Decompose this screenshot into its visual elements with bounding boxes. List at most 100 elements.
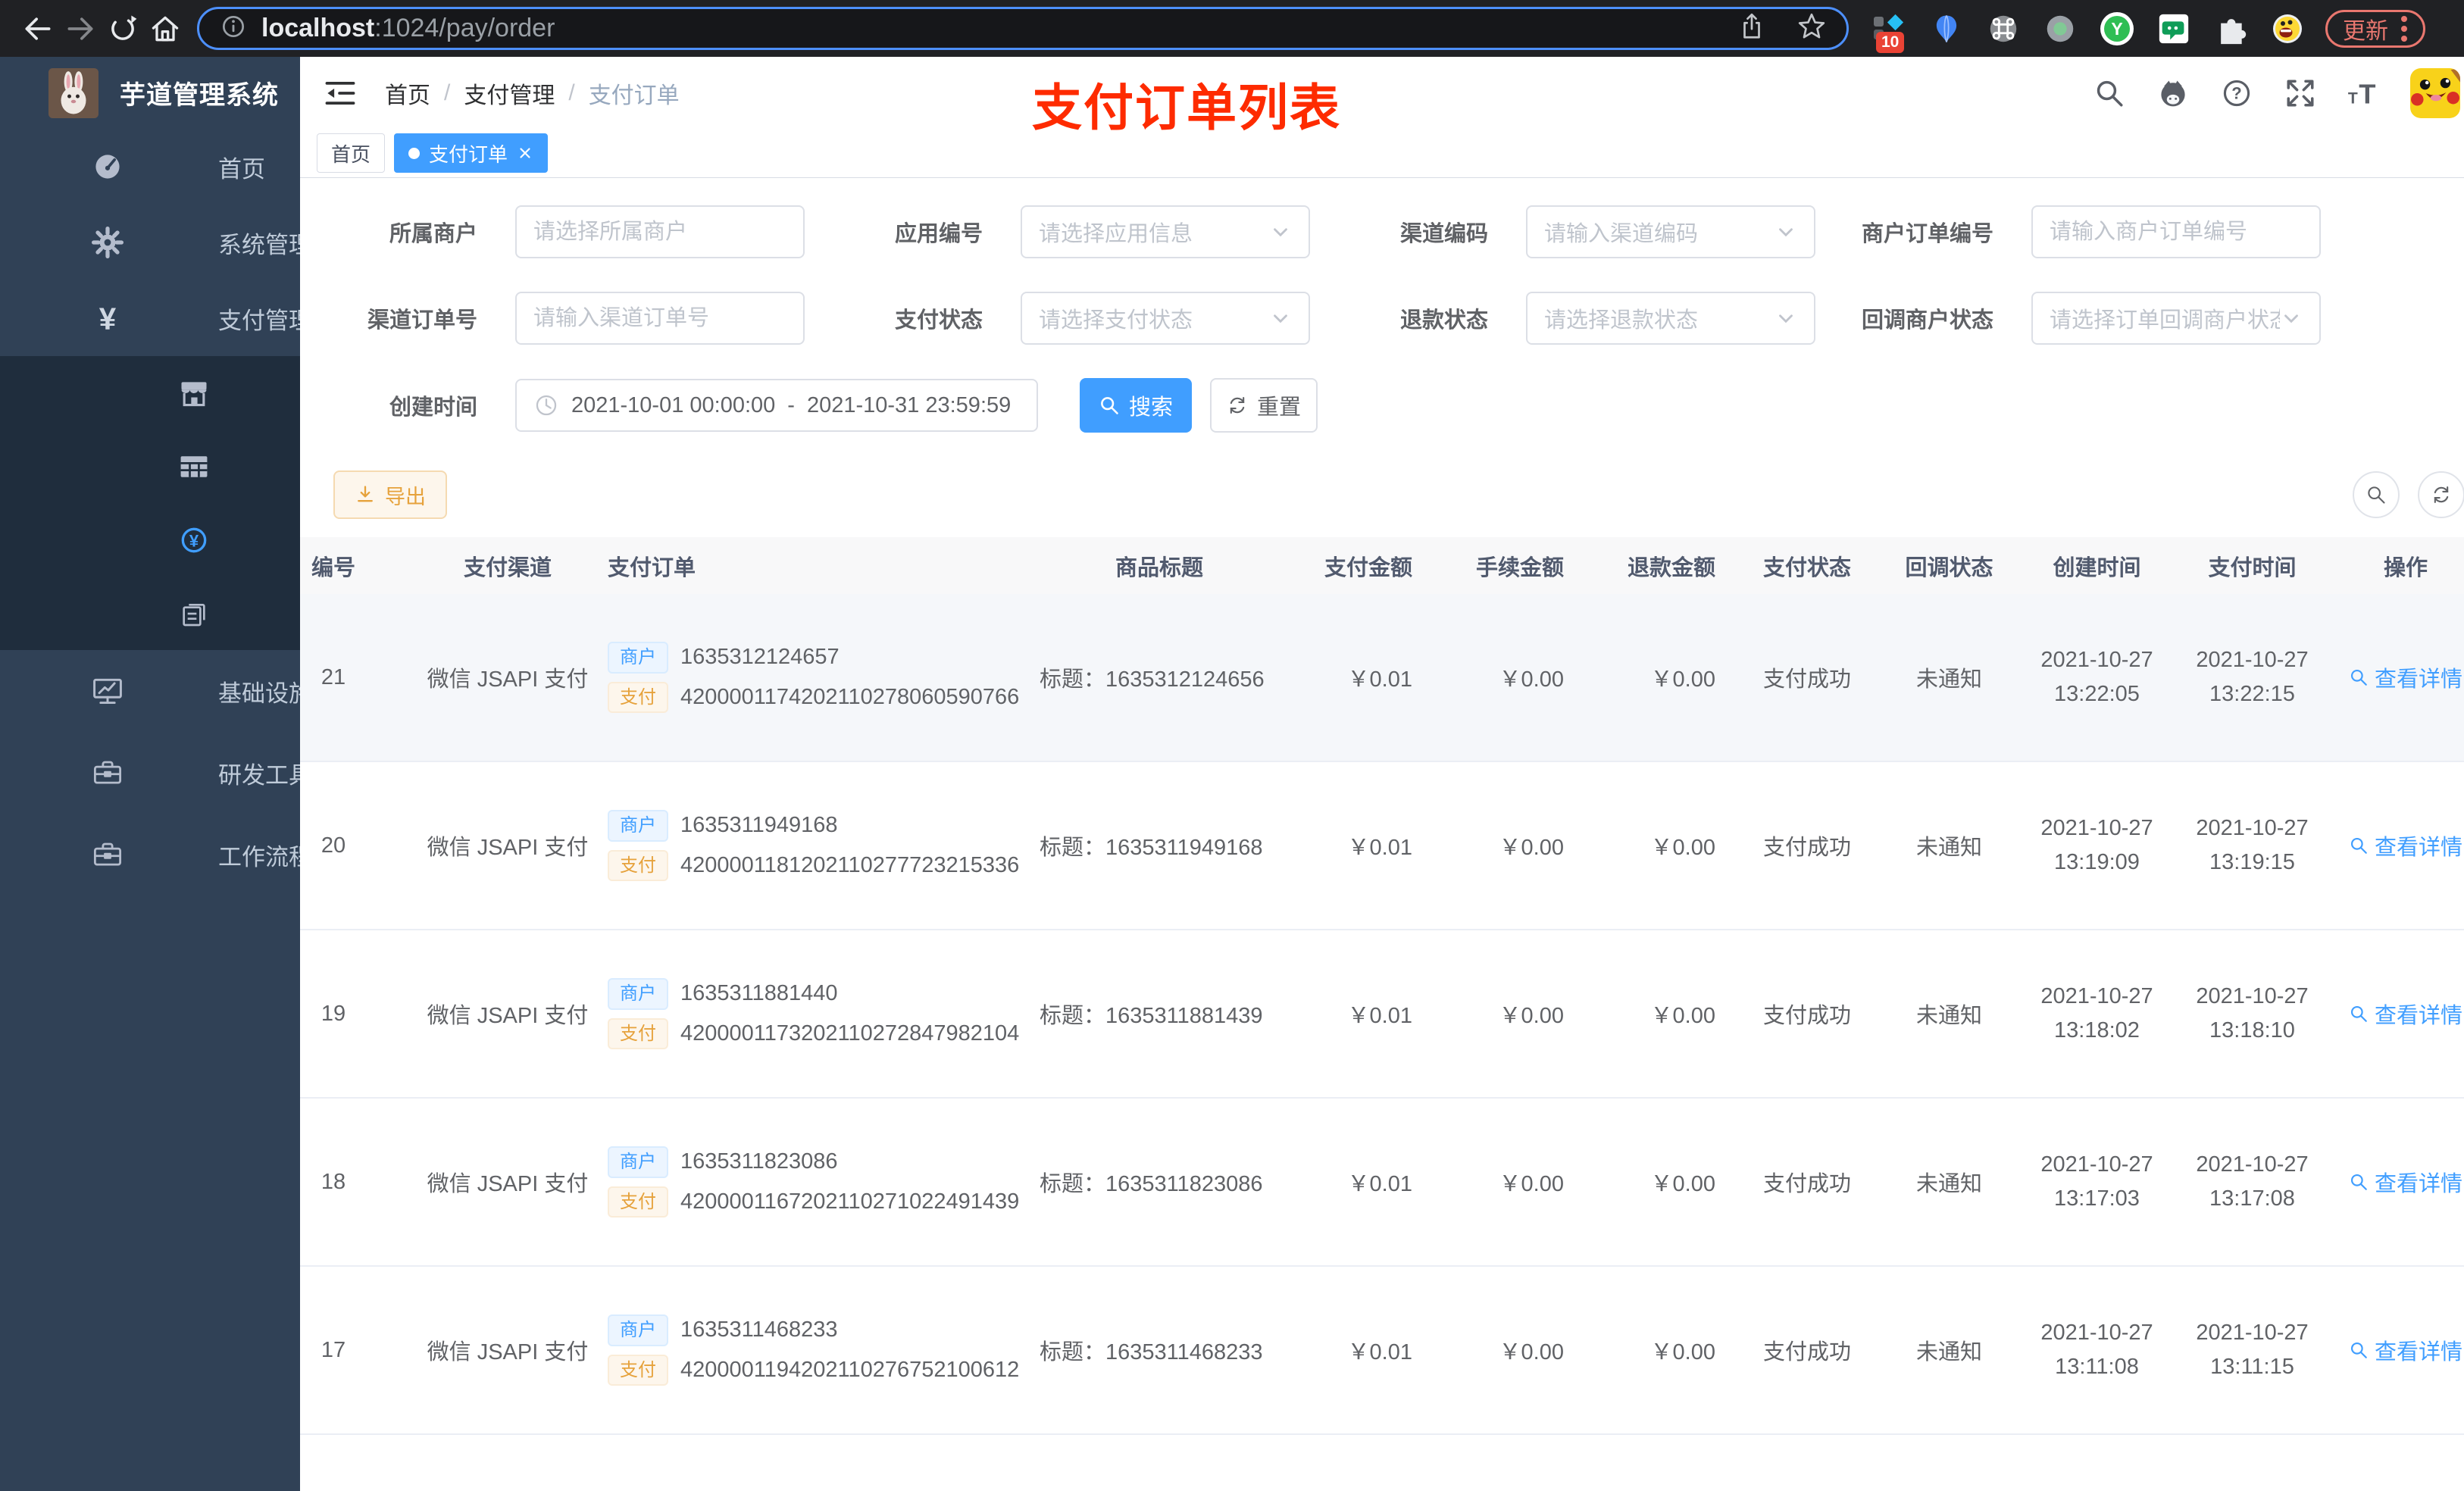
notify-status-select[interactable]: 请选择订单回调商户状态 [2031,292,2321,345]
th-pay-status[interactable]: 支付状态 [1735,550,1879,582]
th-pay-time[interactable]: 支付时间 [2175,550,2330,582]
extension-command-icon[interactable] [1985,11,2022,47]
field-refund-status: 退款状态 请选择退款状态 [1329,292,1815,345]
th-refund[interactable]: 退款金额 [1584,550,1735,582]
extension-chat-icon[interactable] [2156,11,2192,47]
bookmark-star-icon[interactable] [1796,11,1827,45]
view-detail-link[interactable]: 查看详情 [2349,830,2462,861]
merchant-order-no-input[interactable] [2031,205,2321,258]
view-detail-link[interactable]: 查看详情 [2349,1334,2462,1366]
app-no-select[interactable]: 请选择应用信息 [1021,205,1310,258]
app-logo[interactable]: 芋道管理系统 [0,57,300,129]
channel-code-select[interactable]: 请输入渠道编码 [1526,205,1815,258]
title-value: 1635311949168 [1105,836,1263,860]
th-id[interactable]: 编号 [300,550,417,582]
order-number: 1635311949168 [680,813,838,838]
breadcrumb-item[interactable]: 支付管理 [464,77,555,110]
browser-profile-avatar[interactable] [2269,11,2306,47]
th-order[interactable]: 支付订单 [599,550,1030,582]
show-search-toggle-button[interactable] [2353,471,2400,518]
create-time-range-input[interactable]: 2021-10-01 00:00:00 - 2021-10-31 23:59:5… [515,379,1038,432]
sidebar-item-workflow[interactable]: 工作流程 [0,814,330,896]
date: 2021-10-27 [2040,984,2153,1009]
breadcrumb-item[interactable]: 首页 [385,77,430,110]
cell-amount: ￥0.01 [1347,836,1412,860]
extension-y-icon[interactable]: Y [2099,11,2135,47]
th-channel[interactable]: 支付渠道 [417,550,599,582]
table-row: 17 微信 JSAPI 支付 商户 1635311468233 支付 4200001194… [300,1267,2464,1435]
view-detail-link[interactable]: 查看详情 [2349,1166,2462,1198]
sidebar-item-system-mgmt[interactable]: 系统管理 [0,205,330,280]
browser-forward-icon[interactable] [59,8,102,50]
extension-diamond-icon[interactable]: 10 [1871,11,1908,53]
channel-order-no-input[interactable] [515,292,805,345]
github-icon[interactable] [2156,76,2190,111]
font-size-icon[interactable]: TT [2347,76,2381,111]
extension-record-icon[interactable] [2042,11,2078,47]
browser-home-icon[interactable] [144,8,186,50]
tab-pay-order[interactable]: 支付订单 [394,133,549,173]
order-number: 1635311468233 [680,1318,838,1343]
address-bar[interactable]: localhost:1024/pay/order [197,7,1849,50]
channel-order-no-text-input[interactable] [533,305,786,331]
sidebar-subitem-app-info[interactable]: 应用信息 [0,405,337,533]
tab-home[interactable]: 首页 [317,133,386,173]
th-title[interactable]: 商品标题 [1030,550,1288,582]
cell-actions: 查看详情 [2330,1166,2464,1198]
th-create-time[interactable]: 创建时间 [2019,550,2175,582]
view-detail-link[interactable]: 查看详情 [2349,661,2462,693]
reset-button[interactable]: 重置 [1210,378,1318,433]
refresh-table-button[interactable] [2418,471,2464,518]
store-icon [171,377,217,410]
merchant-text-input[interactable] [533,219,786,245]
merchant-order-no-text-input[interactable] [2050,219,2303,245]
th-notify-status[interactable]: 回调状态 [1879,550,2019,582]
sidebar-subitem-refund-order[interactable]: 退款订单 [0,552,337,680]
field-create-time: 创建时间 2021-10-01 00:00:00 - 2021-10-31 23… [318,379,1038,432]
th-fee[interactable]: 手续金额 [1432,550,1584,582]
merchant-tag: 商户 [608,641,668,674]
sidebar-subitem-pay-order[interactable]: ¥支付订单 [0,478,337,607]
site-info-icon[interactable] [219,12,248,45]
sidebar-item-infrastructure[interactable]: 基础设施 [0,650,330,732]
date: 2021-10-27 [2196,1321,2309,1346]
table-row: 18 微信 JSAPI 支付 商户 1635311823086 支付 4200001167… [300,1099,2464,1267]
merchant-tag: 商户 [608,809,668,842]
cell-channel: 微信 JSAPI 支付 [427,1340,589,1364]
help-icon[interactable]: ? [2219,76,2254,111]
sidebar-item-dev-tools[interactable]: 研发工具 [0,732,330,814]
header-search-icon[interactable] [2092,76,2127,111]
browser-update-button[interactable]: 更新 [2325,9,2425,48]
sidebar-item-payment-mgmt[interactable]: ¥ 支付管理 [0,280,330,356]
cell-id: 21 [321,664,346,689]
refund-status-select[interactable]: 请选择退款状态 [1526,292,1815,345]
extensions-puzzle-icon[interactable] [2212,11,2249,47]
view-detail-label: 查看详情 [2374,836,2462,860]
browser-back-icon[interactable] [17,8,59,50]
order-number: 4200001194202110276752100612 [680,1357,1020,1382]
view-detail-link[interactable]: 查看详情 [2349,998,2462,1030]
cell-notify-status: 未通知 [1915,836,1982,860]
placeholder-text: 请选择应用信息 [1039,222,1193,246]
magnifier-icon [2349,836,2369,855]
close-icon[interactable] [517,145,533,161]
user-avatar[interactable] [2410,67,2460,118]
th-actions[interactable]: 操作 [2330,550,2464,582]
search-button[interactable]: 搜索 [1080,378,1192,433]
sidebar-subitem-merchant-info[interactable]: 商户信息 [0,331,337,460]
fullscreen-icon[interactable] [2283,76,2318,111]
cell-pay-time: 2021-10-27 13:19:15 [2175,811,2330,880]
url-text[interactable]: localhost:1024/pay/order [261,14,555,43]
date: 2021-10-27 [2196,1152,2309,1177]
cell-id: 20 [321,833,346,858]
sidebar-toggle-icon[interactable] [323,76,358,111]
pay-status-select[interactable]: 请选择支付状态 [1021,292,1310,345]
browser-extensions: 10 Y [1871,11,2306,53]
export-button[interactable]: 导出 [333,470,447,519]
extension-balloon-icon[interactable] [1928,11,1965,47]
share-icon[interactable] [1737,12,1766,45]
merchant-input[interactable] [515,205,805,258]
browser-reload-icon[interactable] [102,8,144,50]
th-amount[interactable]: 支付金额 [1288,550,1432,582]
sidebar-item-home[interactable]: 首页 [0,129,300,205]
